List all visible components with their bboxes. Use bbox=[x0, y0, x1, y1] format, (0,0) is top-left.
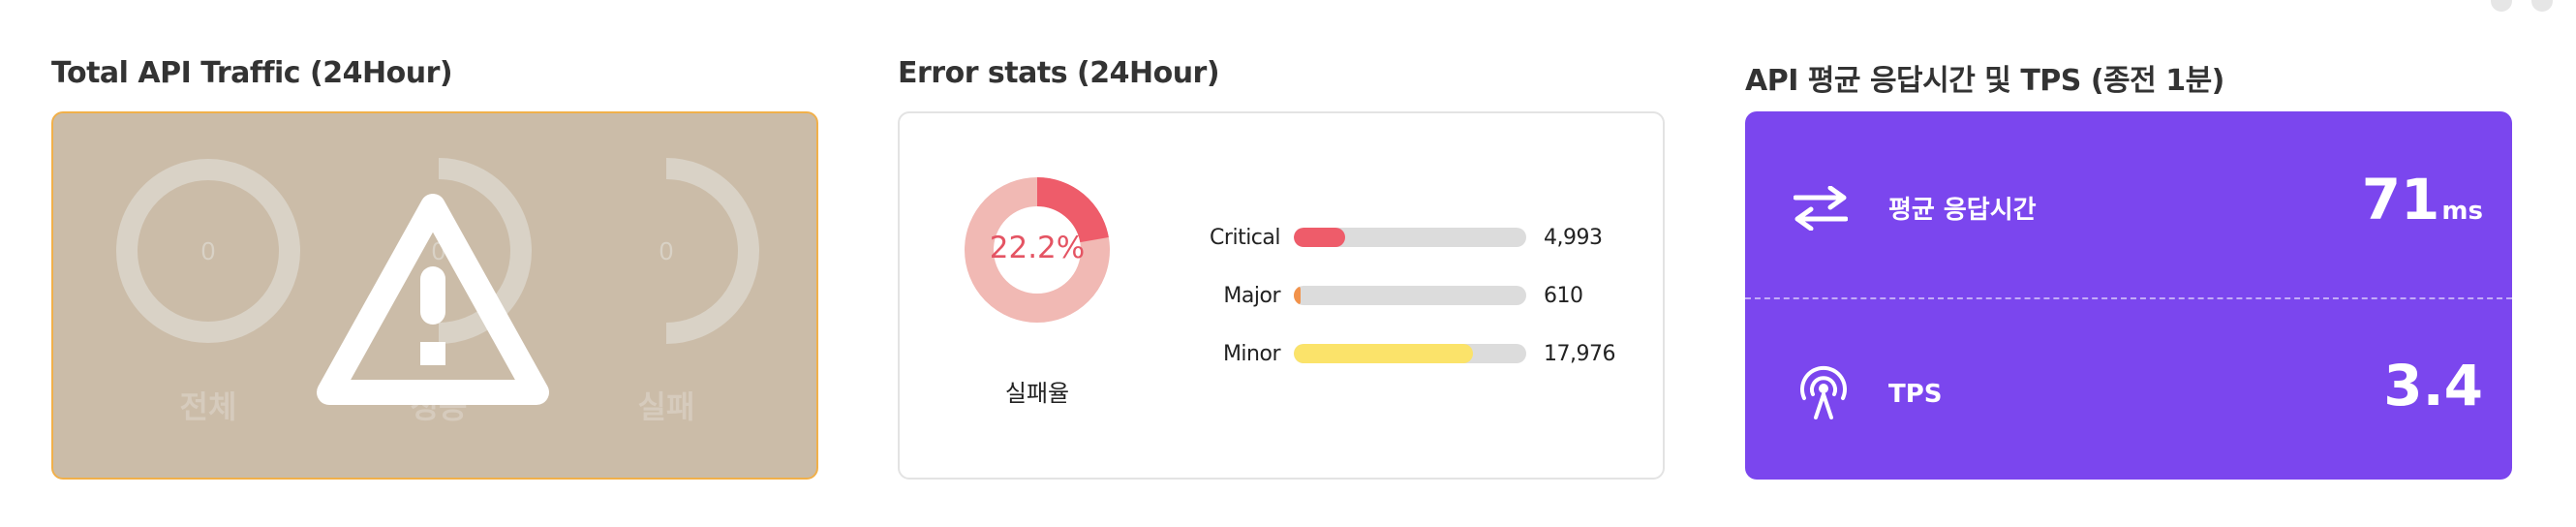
gauge-failure-ring bbox=[665, 158, 759, 344]
gauge-total-value: 0 bbox=[201, 236, 215, 265]
error-bar-track bbox=[1294, 228, 1526, 247]
error-bar-fill bbox=[1294, 286, 1302, 305]
error-bar-fill bbox=[1294, 344, 1473, 363]
error-bar-minor: Minor 17,976 bbox=[1162, 334, 1616, 373]
tps-value: 3.4 bbox=[2383, 353, 2483, 418]
warning-icon bbox=[317, 194, 549, 405]
error-bar-label: Major bbox=[1223, 283, 1280, 308]
gauge-failure-label: 실패 bbox=[637, 388, 695, 425]
avg-response-number: 71 bbox=[2361, 167, 2440, 232]
error-bar-track bbox=[1294, 344, 1526, 363]
perf-title: API 평균 응답시간 및 TPS (종전 1분) bbox=[1745, 64, 2224, 98]
transfer-arrows-icon bbox=[1794, 186, 1848, 231]
error-bar-critical: Critical 4,993 bbox=[1162, 218, 1603, 257]
error-bar-value: 4,993 bbox=[1544, 225, 1603, 250]
perf-divider bbox=[1745, 297, 2512, 299]
gauge-failure-value: 0 bbox=[659, 236, 673, 265]
failure-rate-value: 22.2% bbox=[989, 231, 1086, 265]
avg-response-label: 평균 응답시간 bbox=[1888, 196, 2037, 225]
tps-label: TPS bbox=[1888, 380, 1943, 409]
avg-response-unit: ms bbox=[2441, 197, 2483, 226]
error-bar-major: Major 610 bbox=[1162, 276, 1583, 315]
error-bar-value: 17,976 bbox=[1544, 341, 1615, 366]
error-bar-label: Critical bbox=[1210, 225, 1280, 250]
error-bar-fill bbox=[1294, 228, 1345, 247]
gauge-total-label: 전체 bbox=[179, 388, 237, 425]
antenna-icon bbox=[1800, 365, 1847, 419]
error-bar-label: Minor bbox=[1222, 341, 1281, 366]
errors-title: Error stats (24Hour) bbox=[898, 56, 1220, 90]
avg-response-value: 71ms bbox=[2362, 167, 2483, 232]
error-bar-value: 610 bbox=[1544, 283, 1583, 308]
failure-rate-caption: 실패율 bbox=[1004, 380, 1070, 407]
dashboard-summary: Total API Traffic (24Hour) 0 0 0 전체 성공 실… bbox=[0, 0, 2576, 527]
error-bar-track bbox=[1294, 286, 1526, 305]
